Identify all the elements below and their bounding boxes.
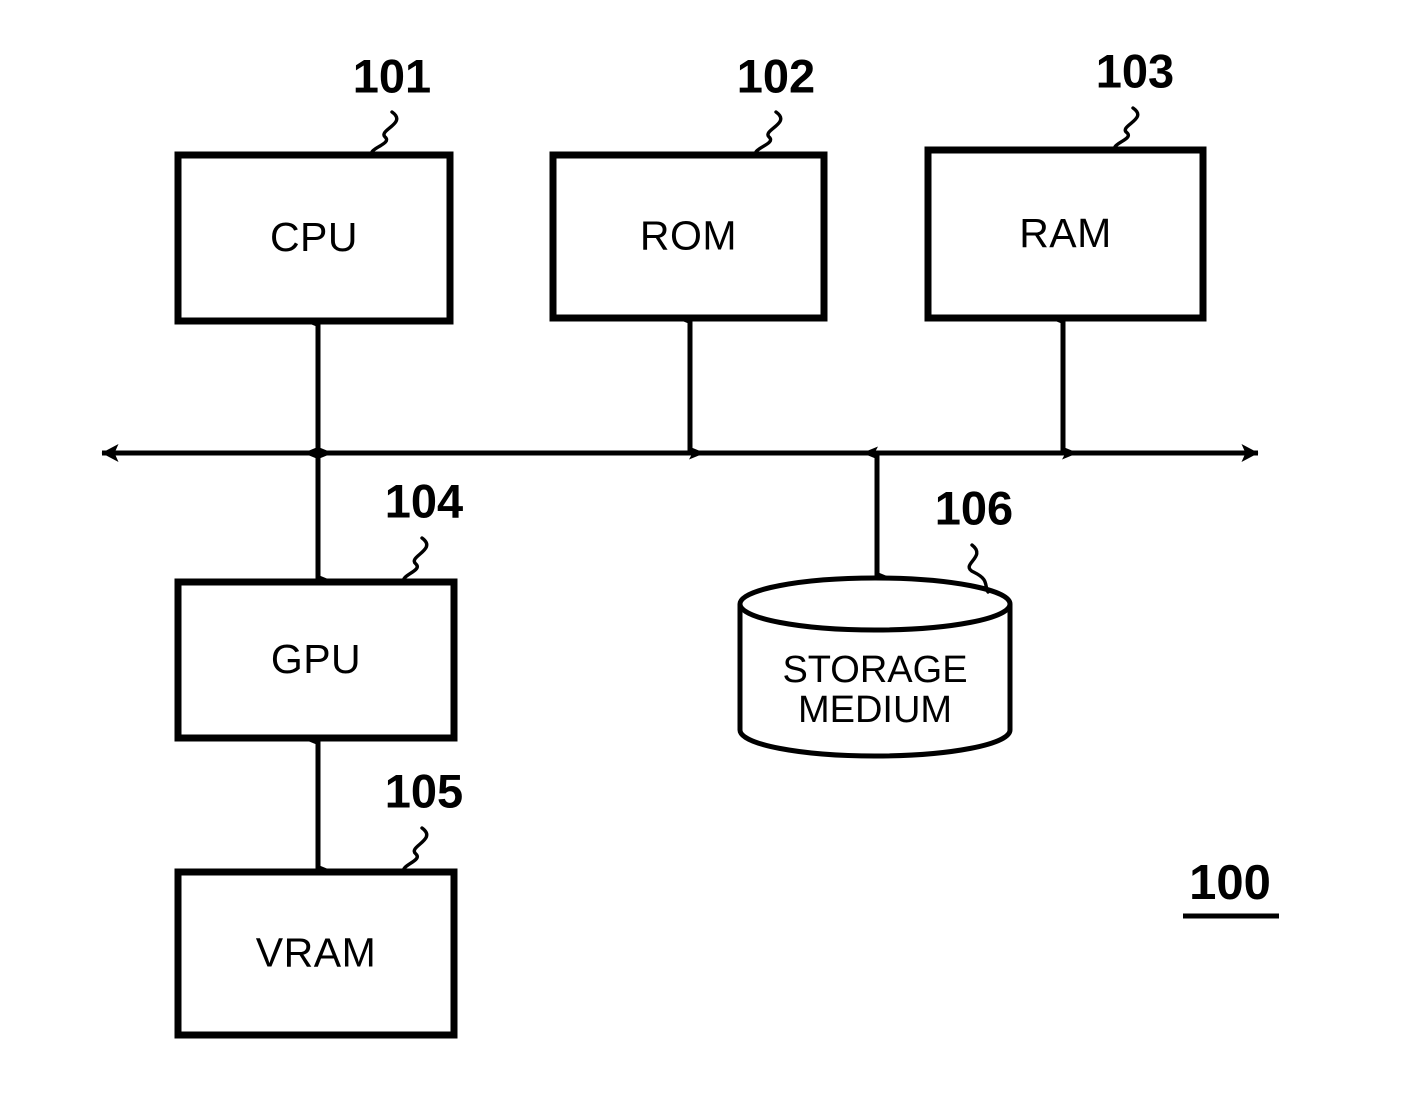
storage-cylinder-top [737,575,1013,633]
leader-line-104 [401,536,429,584]
vram-label: VRAM [256,929,376,975]
ram-label: RAM [1019,210,1112,256]
reference-numeral-101: 101 [353,49,431,102]
rom-label: ROM [640,212,737,258]
block-rom: ROM [549,151,828,322]
block-gpu: GPU [174,578,458,742]
block-cpu: CPU [174,151,454,325]
reference-numeral-105: 105 [385,764,463,817]
reference-numeral-103: 103 [1096,44,1174,97]
leader-line-103 [1112,106,1140,152]
block-diagram-canvas: CPU ROM RAM GPU VRAM STORAGE MEDIUM 101 … [101,44,1279,1039]
leader-line-101 [370,110,399,157]
figure-numeral: 100 [1183,856,1279,919]
storage-label-line2: MEDIUM [798,689,952,731]
figure-numeral-text: 100 [1189,856,1271,910]
block-vram: VRAM [174,868,458,1039]
block-storage-medium: STORAGE MEDIUM [737,575,1013,759]
reference-numeral-102: 102 [737,49,815,102]
leader-line-102 [754,110,783,157]
gpu-label: GPU [271,636,361,682]
reference-numeral-106: 106 [935,481,1013,534]
reference-numeral-104: 104 [385,474,463,527]
leader-line-105 [401,826,429,874]
cpu-label: CPU [270,214,358,260]
patent-figure: CPU ROM RAM GPU VRAM STORAGE MEDIUM 101 … [0,0,1402,1110]
storage-label-line1: STORAGE [782,649,967,691]
block-ram: RAM [924,146,1207,322]
